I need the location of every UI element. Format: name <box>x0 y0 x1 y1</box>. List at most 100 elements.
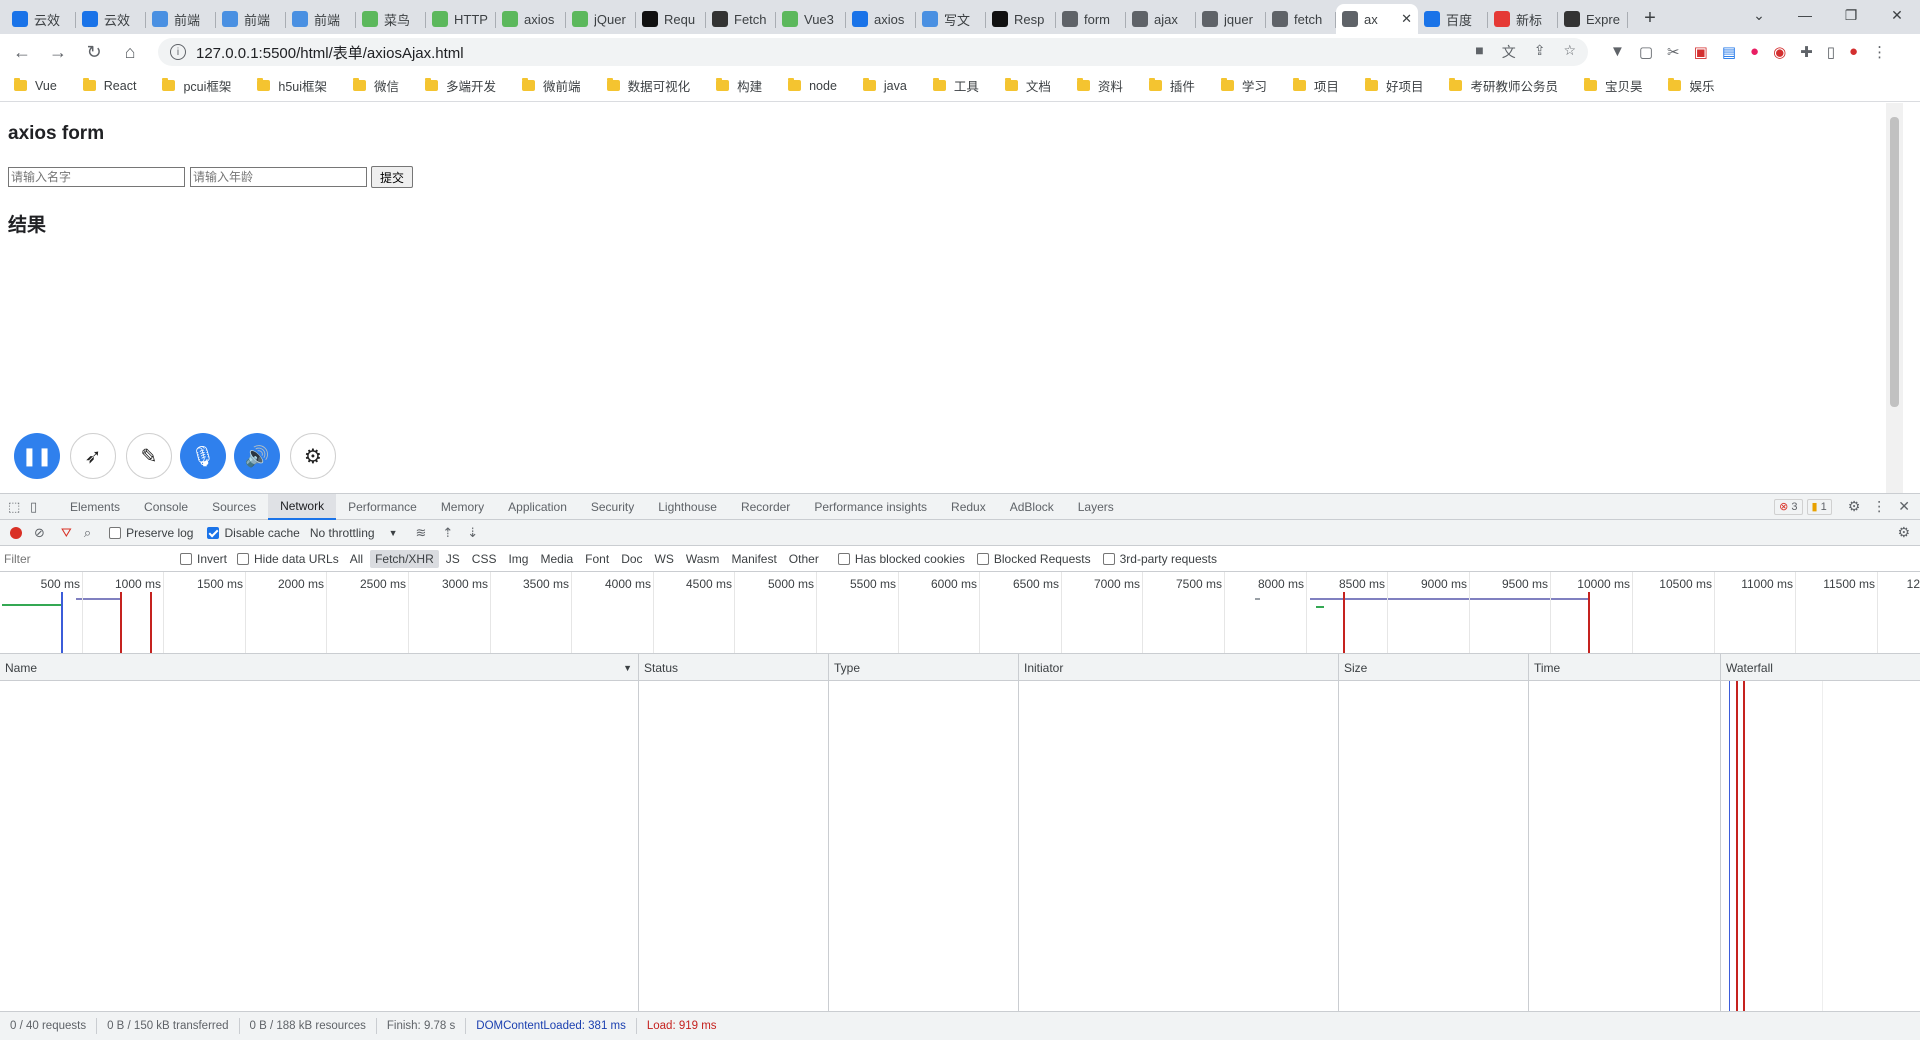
browser-tab[interactable]: axios <box>846 4 916 34</box>
bookmark-folder[interactable]: 插件 <box>1148 76 1195 95</box>
back-icon[interactable]: ← <box>8 38 36 66</box>
bookmark-folder[interactable]: 文档 <box>1004 76 1051 95</box>
browser-tab[interactable]: jquer <box>1196 4 1266 34</box>
type-filter-font[interactable]: Font <box>580 550 614 568</box>
bookmark-folder[interactable]: h5ui框架 <box>257 76 327 95</box>
column-status[interactable]: Status <box>638 654 828 681</box>
type-filter-all[interactable]: All <box>345 550 368 568</box>
bookmark-folder[interactable]: 多端开发 <box>425 76 496 95</box>
extension-icon[interactable]: ◉ <box>1773 43 1786 61</box>
devtools-tab-layers[interactable]: Layers <box>1066 494 1126 520</box>
reload-icon[interactable]: ↻ <box>80 38 108 66</box>
column-waterfall[interactable]: Waterfall <box>1720 654 1920 681</box>
column-type[interactable]: Type <box>828 654 1018 681</box>
device-toolbar-icon[interactable]: ▯ <box>30 499 52 515</box>
name-input[interactable] <box>8 167 185 187</box>
browser-tab[interactable]: Requ <box>636 4 706 34</box>
menu-icon[interactable]: ⋮ <box>1872 43 1887 61</box>
close-tab-icon[interactable]: ✕ <box>1401 11 1412 27</box>
devtools-tab-console[interactable]: Console <box>132 494 200 520</box>
extension-icon[interactable]: ▼ <box>1610 43 1625 61</box>
devtools-tab-memory[interactable]: Memory <box>429 494 496 520</box>
tab-search-icon[interactable]: ⌄ <box>1736 0 1782 30</box>
settings-button[interactable]: ⚙ <box>290 433 336 479</box>
bookmark-folder[interactable]: 微信 <box>353 76 399 95</box>
type-filter-css[interactable]: CSS <box>467 550 502 568</box>
column-size[interactable]: Size <box>1338 654 1528 681</box>
microphone-button[interactable]: 🎙 <box>180 433 226 479</box>
warning-badge[interactable]: ▮ 1 <box>1806 498 1832 515</box>
browser-tab[interactable]: 百度 <box>1418 4 1488 34</box>
browser-tab[interactable]: 前端 <box>286 4 356 34</box>
type-filter-doc[interactable]: Doc <box>616 550 647 568</box>
puzzle-icon[interactable]: ✚ <box>1800 43 1813 61</box>
devtools-tab-recorder[interactable]: Recorder <box>729 494 802 520</box>
blocked-requests-checkbox[interactable]: Blocked Requests <box>976 552 1091 566</box>
bookmark-folder[interactable]: 好项目 <box>1364 76 1423 95</box>
bookmark-folder[interactable]: 微前端 <box>522 76 581 95</box>
devtools-tab-elements[interactable]: Elements <box>58 494 132 520</box>
extension-icon[interactable]: ▣ <box>1694 43 1708 61</box>
record-extension-icon[interactable]: ● <box>1750 43 1759 61</box>
scrollbar-thumb[interactable] <box>1890 117 1899 407</box>
third-party-checkbox[interactable]: 3rd-party requests <box>1102 552 1217 566</box>
page-scrollbar[interactable] <box>1886 103 1903 493</box>
browser-tab[interactable]: Vue3 <box>776 4 846 34</box>
home-icon[interactable]: ⌂ <box>116 38 144 66</box>
speaker-button[interactable]: 🔊 <box>234 433 280 479</box>
record-icon[interactable] <box>10 526 22 539</box>
type-filter-ws[interactable]: WS <box>650 550 679 568</box>
column-initiator[interactable]: Initiator <box>1018 654 1338 681</box>
close-window-button[interactable]: ✕ <box>1874 0 1920 30</box>
bookmark-folder[interactable]: 考研教师公务员 <box>1449 76 1558 95</box>
camera-icon[interactable]: ■ <box>1475 42 1483 62</box>
network-conditions-icon[interactable]: ≋ <box>415 525 426 541</box>
pen-button[interactable]: ✎ <box>126 433 172 479</box>
network-overview-timeline[interactable]: 500 ms 1000 ms 1500 ms 2000 ms 2500 ms 3000 m… <box>0 572 1920 654</box>
side-panel-icon[interactable]: ▯ <box>1827 43 1835 61</box>
inspect-element-icon[interactable]: ⬚ <box>8 499 30 515</box>
devtools-tab-redux[interactable]: Redux <box>939 494 998 520</box>
browser-tab[interactable]: jQuer <box>566 4 636 34</box>
clear-icon[interactable]: ⊘ <box>34 525 45 541</box>
devtools-tab-network[interactable]: Network <box>268 493 337 520</box>
site-info-icon[interactable]: i <box>170 44 186 60</box>
bookmark-folder[interactable]: React <box>82 78 136 93</box>
preserve-log-checkbox[interactable]: Preserve log <box>109 526 193 540</box>
browser-tab-active[interactable]: ax ✕ <box>1336 4 1418 34</box>
column-name[interactable]: Name ▼ <box>0 654 638 681</box>
extension-icon[interactable]: ▢ <box>1639 43 1653 61</box>
hide-data-urls-checkbox[interactable]: Hide data URLs <box>237 552 339 566</box>
minimize-button[interactable]: — <box>1782 0 1828 30</box>
translate-icon[interactable]: 文 <box>1502 42 1516 62</box>
devtools-tab-performance-insights[interactable]: Performance insights <box>802 494 939 520</box>
invert-checkbox[interactable]: Invert <box>180 552 227 566</box>
forward-icon[interactable]: → <box>44 38 72 66</box>
bookmark-folder[interactable]: 项目 <box>1292 76 1339 95</box>
browser-tab[interactable]: 云效 <box>6 4 76 34</box>
export-har-icon[interactable]: ⇣ <box>467 525 478 541</box>
pointer-button[interactable]: ➶ <box>70 433 116 479</box>
bookmark-folder[interactable]: 宝贝昊 <box>1583 76 1642 95</box>
devtools-tab-lighthouse[interactable]: Lighthouse <box>646 494 729 520</box>
browser-tab[interactable]: 云效 <box>76 4 146 34</box>
bookmark-folder[interactable]: pcui框架 <box>162 76 231 95</box>
browser-tab[interactable]: fetch <box>1266 4 1336 34</box>
devtools-tab-application[interactable]: Application <box>496 494 579 520</box>
bookmark-folder[interactable]: 数据可视化 <box>606 76 690 95</box>
disable-cache-checkbox[interactable]: Disable cache <box>207 526 300 540</box>
throttling-select[interactable]: No throttling ▼ <box>310 526 398 540</box>
bookmark-folder[interactable]: 工具 <box>932 76 979 95</box>
import-har-icon[interactable]: ⇡ <box>442 525 453 541</box>
devtools-tab-adblock[interactable]: AdBlock <box>998 494 1066 520</box>
browser-tab[interactable]: Fetch <box>706 4 776 34</box>
browser-tab[interactable]: Expre <box>1558 4 1628 34</box>
blocked-cookies-checkbox[interactable]: Has blocked cookies <box>837 552 965 566</box>
bookmark-folder[interactable]: node <box>788 78 837 93</box>
bookmark-star-icon[interactable]: ☆ <box>1563 42 1576 62</box>
profile-avatar[interactable]: ● <box>1849 43 1858 61</box>
devtools-tab-sources[interactable]: Sources <box>200 494 268 520</box>
share-icon[interactable]: ⇪ <box>1534 42 1546 62</box>
type-filter-wasm[interactable]: Wasm <box>681 550 725 568</box>
network-settings-icon[interactable]: ⚙ <box>1897 524 1910 541</box>
